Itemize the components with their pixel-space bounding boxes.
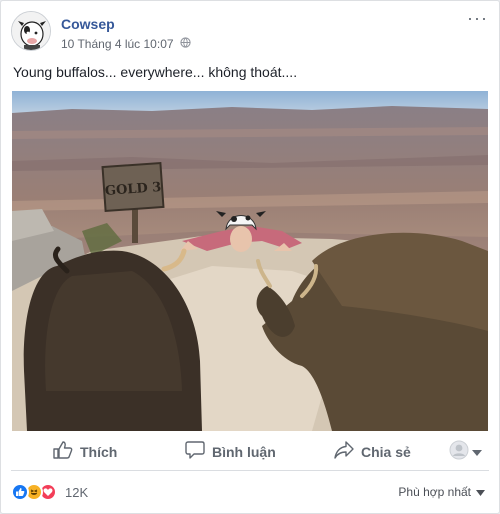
share-label: Chia sẻ [361, 443, 411, 460]
like-label: Thích [80, 443, 118, 460]
avatar-icon [449, 440, 469, 463]
more-options-icon[interactable]: ··· [467, 9, 487, 29]
comment-button[interactable]: Bình luận [185, 433, 276, 470]
like-button[interactable]: Thích [53, 433, 117, 470]
post-meta: 10 Tháng 4 lúc 10:07 [61, 37, 191, 51]
reaction-icons[interactable] [11, 483, 57, 501]
author-name[interactable]: Cowsep [61, 16, 115, 32]
post-text: Young buffalos... everywhere... không th… [13, 64, 298, 80]
reactions-bar: 12K Phù hợp nhất [11, 479, 489, 505]
comment-icon [185, 441, 205, 462]
reaction-count[interactable]: 12K [65, 485, 88, 500]
share-button[interactable]: Chia sẻ [334, 433, 411, 470]
like-icon [11, 483, 29, 501]
sort-dropdown[interactable]: Phù hợp nhất [398, 485, 485, 499]
avatar[interactable] [11, 11, 51, 51]
post-card: Cowsep 10 Tháng 4 lúc 10:07 ··· Young bu… [0, 0, 500, 514]
post-header: Cowsep 10 Tháng 4 lúc 10:07 ··· [11, 9, 489, 55]
sort-label: Phù hợp nhất [398, 485, 471, 499]
caret-down-icon [472, 444, 482, 460]
share-icon [334, 441, 354, 462]
thumbs-up-icon [53, 441, 73, 462]
globe-icon [179, 37, 191, 51]
caret-down-icon [476, 485, 485, 499]
audience-selector[interactable] [449, 433, 482, 470]
action-bar: Thích Bình luận Chia sẻ [11, 433, 489, 471]
comment-label: Bình luận [212, 443, 276, 460]
post-image[interactable]: GOLD 3 [12, 91, 488, 431]
post-timestamp[interactable]: 10 Tháng 4 lúc 10:07 [61, 37, 174, 51]
